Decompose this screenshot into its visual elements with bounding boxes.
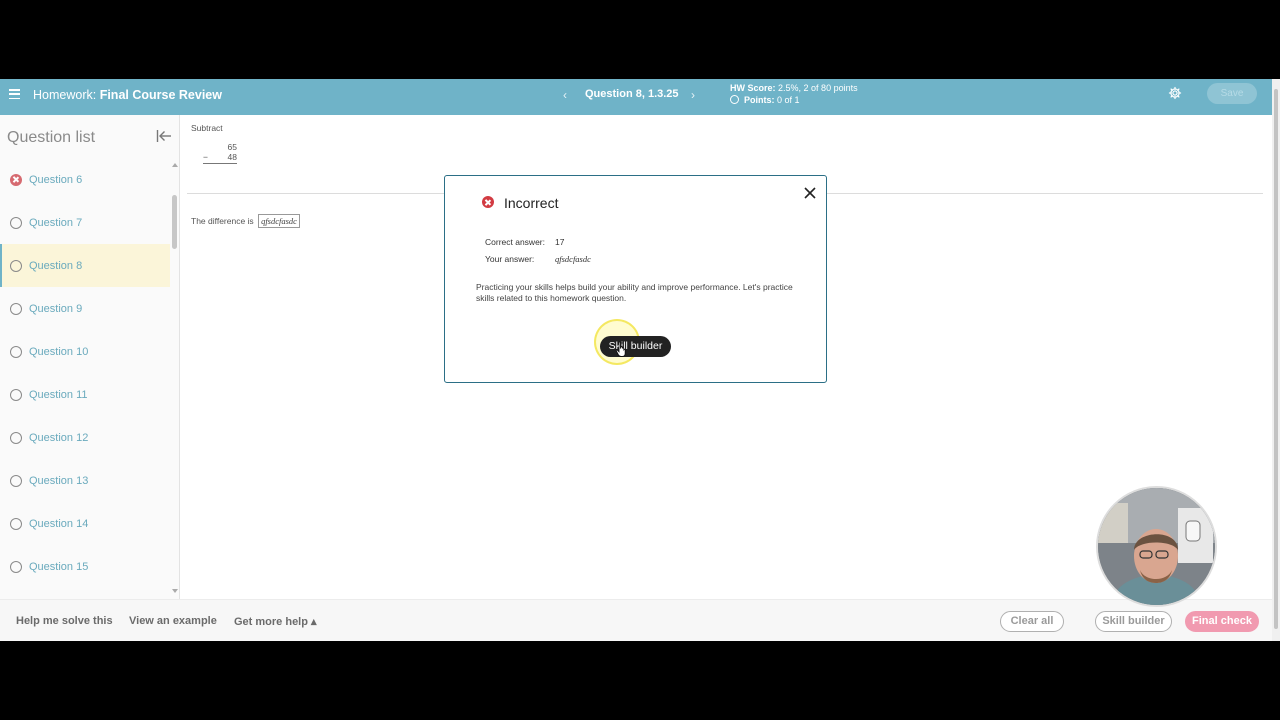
scroll-up-arrow-icon[interactable]: [172, 163, 178, 167]
scroll-down-arrow-icon[interactable]: [172, 589, 178, 593]
difference-prefix: The difference is: [191, 216, 254, 226]
scroll-thumb[interactable]: [172, 195, 177, 249]
unanswered-circle-icon: [10, 560, 22, 573]
question-item-15[interactable]: Question 15: [0, 545, 170, 588]
question-item-9[interactable]: Question 9: [0, 287, 170, 330]
skill-builder-button[interactable]: Skill builder: [600, 336, 671, 357]
unanswered-circle-icon: [10, 302, 22, 315]
bottom-row: − 48: [203, 152, 237, 164]
question-instruction: Subtract: [191, 123, 223, 133]
question-item-label: Question 15: [29, 560, 89, 573]
unanswered-circle-icon: [10, 388, 22, 401]
answer-line: The difference is qfsdcfasdc: [191, 214, 300, 228]
homework-prefix: Homework:: [33, 88, 97, 102]
question-item-label: Question 11: [29, 388, 88, 401]
correct-answer-value: 17: [555, 237, 565, 247]
top-number: 65: [227, 142, 237, 152]
help-me-solve-button[interactable]: Help me solve this: [16, 615, 113, 627]
skill-builder-footer-button[interactable]: Skill builder: [1095, 611, 1172, 632]
webcam-overlay: [1096, 486, 1217, 607]
question-item-label: Question 6: [29, 173, 83, 186]
points-circle-icon: [730, 95, 739, 104]
final-check-button[interactable]: Final check: [1185, 611, 1259, 632]
minus-operator: −: [203, 152, 208, 162]
dialog-title: Incorrect: [504, 195, 559, 211]
question-item-label: Question 13: [29, 474, 89, 487]
window-scroll-thumb[interactable]: [1274, 89, 1278, 629]
points: Points: 0 of 1: [730, 95, 800, 105]
question-label[interactable]: Question 8, 1.3.25: [585, 88, 679, 100]
menu-icon[interactable]: [9, 89, 20, 100]
top-header: Homework: Final Course Review ‹ Question…: [0, 79, 1272, 115]
question-item-label: Question 8: [29, 259, 83, 272]
hw-score-value: 2.5%, 2 of 80 points: [778, 83, 858, 93]
question-list-scrollbar[interactable]: [172, 163, 178, 593]
question-item-label: Question 7: [29, 216, 83, 229]
points-value: 0 of 1: [777, 95, 800, 105]
incorrect-icon: [10, 173, 22, 186]
collapse-panel-icon[interactable]: [156, 129, 172, 143]
hw-score: HW Score: 2.5%, 2 of 80 points: [730, 83, 858, 93]
question-item-label: Question 14: [29, 517, 89, 530]
your-answer-label: Your answer:: [485, 254, 535, 264]
question-list-title: Question list: [7, 129, 96, 146]
window-scrollbar[interactable]: [1272, 79, 1280, 641]
presenter-video-image: [1098, 488, 1215, 605]
question-item-13[interactable]: Question 13: [0, 459, 170, 502]
question-item-label: Question 10: [29, 345, 89, 358]
get-more-help-button[interactable]: Get more help ▴: [234, 615, 317, 628]
question-item-7[interactable]: Question 7: [0, 201, 170, 244]
unanswered-circle-icon: [10, 474, 22, 487]
homework-title: Homework: Final Course Review: [33, 88, 222, 102]
subtraction-problem: 65 − 48: [203, 142, 237, 164]
clear-all-button[interactable]: Clear all: [1000, 611, 1064, 632]
hw-score-label: HW Score:: [730, 83, 776, 93]
unanswered-circle-icon: [10, 345, 22, 358]
save-button[interactable]: Save: [1207, 83, 1257, 104]
unanswered-circle-icon: [10, 431, 22, 444]
hand-cursor-icon: [615, 341, 626, 357]
question-item-8[interactable]: Question 8: [0, 244, 170, 287]
correct-answer-label: Correct answer:: [485, 237, 545, 247]
question-item-14[interactable]: Question 14: [0, 502, 170, 545]
unanswered-circle-icon: [10, 259, 22, 272]
close-icon[interactable]: [803, 186, 817, 200]
question-item-11[interactable]: Question 11: [0, 373, 170, 416]
unanswered-circle-icon: [10, 216, 22, 229]
incorrect-dialog: Incorrect Correct answer: 17 Your answer…: [444, 175, 827, 383]
unanswered-circle-icon: [10, 517, 22, 530]
question-list: Question 6 Question 7 Question 8 Questio…: [0, 158, 170, 588]
incorrect-icon: [482, 196, 494, 208]
gear-icon[interactable]: [1168, 86, 1182, 100]
question-list-panel: Question list Question 6 Question 7 Ques…: [0, 115, 180, 599]
answer-input[interactable]: qfsdcfasdc: [258, 214, 300, 228]
view-example-button[interactable]: View an example: [129, 615, 217, 627]
previous-question-button[interactable]: ‹: [563, 88, 567, 102]
dialog-message: Practicing your skills helps build your …: [476, 282, 793, 303]
points-label: Points:: [744, 95, 775, 105]
next-question-button[interactable]: ›: [691, 88, 695, 102]
question-item-label: Question 12: [29, 431, 89, 444]
question-item-6[interactable]: Question 6: [0, 158, 170, 201]
question-item-12[interactable]: Question 12: [0, 416, 170, 459]
bottom-number: 48: [227, 152, 237, 162]
your-answer-value: qfsdcfasdc: [555, 254, 591, 264]
question-item-10[interactable]: Question 10: [0, 330, 170, 373]
homework-name: Final Course Review: [99, 88, 222, 102]
question-item-label: Question 9: [29, 302, 83, 315]
bottom-toolbar: Help me solve this View an example Get m…: [0, 599, 1272, 641]
